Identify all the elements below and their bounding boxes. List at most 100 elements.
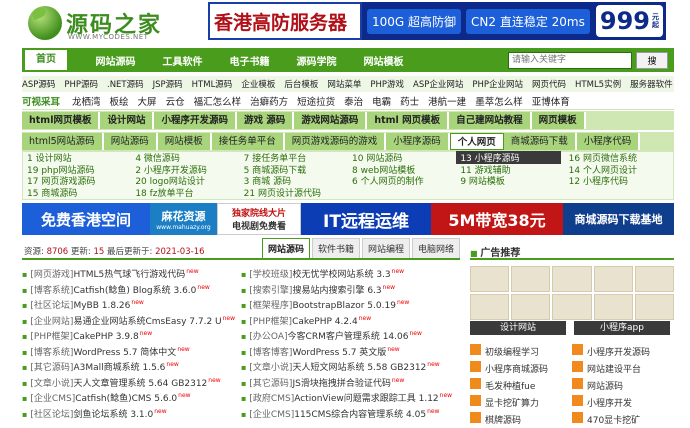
- item-title[interactable]: HTML5热气球飞行游戏代码: [73, 270, 185, 280]
- recommend-item[interactable]: 初级编程学习: [470, 344, 572, 360]
- hot-keyword[interactable]: 福汇怎么样: [194, 94, 242, 108]
- category-link[interactable]: PHP源码: [64, 78, 98, 90]
- item-title[interactable]: 天人短文网站系统 5.58 GB2312: [292, 363, 426, 373]
- list-item[interactable]: [其它源码]JS滑块拖拽拼合验证代码new: [241, 373, 460, 389]
- ad-mall-source[interactable]: 商城源码下载基地: [563, 203, 674, 235]
- list-item[interactable]: [PHP框架]CakePHP 3.9.8new: [22, 326, 241, 342]
- tag-link[interactable]: 小程序代码: [576, 133, 641, 150]
- recommend-item[interactable]: 网站建设平台: [572, 361, 674, 377]
- tag-link[interactable]: 自己建网站教程: [449, 112, 532, 129]
- list-item[interactable]: [文章小说]天人文章管理系统 5.64 GB2312new: [22, 373, 241, 389]
- ad-movies[interactable]: 独家院线大片 电视剧免费看: [217, 203, 301, 235]
- category-link[interactable]: 企业模板: [241, 78, 275, 90]
- thumb[interactable]: [593, 266, 633, 292]
- tag-link[interactable]: 个人网页: [449, 133, 504, 150]
- item-title[interactable]: ActionView问题需求跟踪工具 1.12: [294, 394, 438, 404]
- tag-link[interactable]: 网站源码: [103, 133, 158, 150]
- category-link[interactable]: PHP企业网站: [472, 78, 523, 90]
- item-title[interactable]: BootstrapBlazor 5.0.19: [292, 301, 395, 311]
- tag-link[interactable]: 小程序开发源码: [154, 112, 237, 129]
- list-item[interactable]: [文章小说]天人短文网站系统 5.58 GB2312new: [241, 357, 460, 373]
- ranking-item[interactable]: 18 fz放单平台: [131, 186, 239, 199]
- category-link[interactable]: 后台模板: [284, 78, 318, 90]
- tag-link[interactable]: 小程序源码: [386, 133, 450, 150]
- list-item[interactable]: [其它源码]A3Mall商城系统 1.5.6new: [22, 357, 241, 373]
- recommend-item[interactable]: 显卡挖矿算力: [470, 395, 572, 411]
- tag-link[interactable]: html 网页模板: [367, 112, 450, 129]
- recommend-item[interactable]: 毛发种植fue: [470, 378, 572, 394]
- item-title[interactable]: 校无忧学校网站系统 3.3: [292, 270, 390, 280]
- item-title[interactable]: A3Mall商城系统 1.5.6: [73, 363, 165, 373]
- recommend-item[interactable]: 小程序商城源码: [470, 361, 572, 377]
- hot-keyword[interactable]: 大屏: [138, 94, 157, 108]
- item-title[interactable]: MyBB 1.8.26: [73, 301, 130, 311]
- hot-keyword[interactable]: 龙栖湾: [72, 94, 101, 108]
- item-title[interactable]: 今客CRM客户管理系统 14.06: [288, 332, 409, 342]
- item-title[interactable]: 天人文章管理系统 5.64 GB2312: [73, 379, 207, 389]
- list-item[interactable]: [搜索引擎]搜易站内搜索引擎 6.3new: [241, 280, 460, 296]
- item-title[interactable]: WordPress 5.7 简体中文: [73, 348, 176, 358]
- search-button[interactable]: 搜: [636, 51, 668, 69]
- item-title[interactable]: Catfish(鲶鱼)CMS 5.6.0: [75, 394, 177, 404]
- item-title[interactable]: 115CMS综合内容管理系统 4.05: [294, 410, 426, 420]
- item-title[interactable]: Catfish(鲶鱼) Blog系统 3.6.0: [73, 286, 196, 296]
- hot-keyword[interactable]: 云仓: [166, 94, 185, 108]
- ad-it-ops[interactable]: IT远程运维: [301, 203, 431, 235]
- tab-site-source[interactable]: 网站源码: [261, 238, 310, 258]
- tag-link[interactable]: 商城源码下载: [503, 133, 577, 150]
- hot-keyword[interactable]: 泰治: [344, 94, 363, 108]
- tag-link[interactable]: 网页模板: [531, 112, 586, 129]
- nav-site-source[interactable]: 网站源码: [82, 53, 149, 68]
- item-title[interactable]: CakePHP 4.2.4: [292, 317, 358, 327]
- list-item[interactable]: [企业网站]易通企业网站系统CmsEasy 7.7.2 Unew: [22, 311, 241, 327]
- tab-software-books[interactable]: 软件书籍: [311, 238, 360, 258]
- list-item[interactable]: [博客系统]WordPress 5.7 简体中文new: [22, 342, 241, 358]
- tab-programming[interactable]: 网站编程: [361, 238, 410, 258]
- category-link[interactable]: 网站菜单: [327, 78, 361, 90]
- hot-keyword[interactable]: 短途拉货: [297, 94, 335, 108]
- list-item[interactable]: [学校班级]校无忧学校网站系统 3.3new: [241, 264, 460, 280]
- tab-pc-network[interactable]: 电脑网络: [411, 238, 460, 258]
- list-item[interactable]: [社区论坛]剑鱼论坛系统 3.1.0new: [22, 404, 241, 420]
- thumb[interactable]: [470, 294, 510, 320]
- tag-link[interactable]: html网页模板: [22, 112, 101, 129]
- tag-link[interactable]: 网页游戏源码的游戏: [284, 133, 387, 150]
- tag-link[interactable]: html5网站源码: [22, 133, 104, 150]
- list-item[interactable]: [政府CMS]ActionView问题需求跟踪工具 1.12new: [241, 388, 460, 404]
- thumb-label-design[interactable]: 设计网站: [470, 321, 566, 335]
- list-item[interactable]: [博客博客]WordPress 5.7 英文版new: [241, 342, 460, 358]
- tag-link[interactable]: 接任务单平台: [211, 133, 285, 150]
- thumb[interactable]: [552, 294, 592, 320]
- list-item[interactable]: [PHP框架]CakePHP 4.2.4new: [241, 311, 460, 327]
- category-link[interactable]: HTML源码: [192, 78, 233, 90]
- ad-bandwidth[interactable]: 5M带宽38元: [431, 203, 563, 235]
- nav-home[interactable]: 首页: [25, 50, 67, 70]
- category-link[interactable]: PHP游戏: [370, 78, 404, 90]
- thumb[interactable]: [634, 294, 674, 320]
- list-item[interactable]: [企业CMS]115CMS综合内容管理系统 4.05new: [241, 404, 460, 420]
- recommend-item[interactable]: 网站源码: [572, 378, 674, 394]
- ad-mahua[interactable]: 麻花资源 www.mahuazy.org: [150, 203, 217, 235]
- ranking-item[interactable]: 9 网站模板: [456, 174, 564, 187]
- list-item[interactable]: [办公OA]今客CRM客户管理系统 14.06new: [241, 326, 460, 342]
- nav-academy[interactable]: 源码学院: [283, 53, 350, 68]
- item-title[interactable]: 剑鱼论坛系统 3.1.0: [73, 410, 153, 420]
- item-title[interactable]: 搜易站内搜索引擎 6.3: [292, 286, 381, 296]
- recommend-item[interactable]: 小程序开发源码: [572, 344, 674, 360]
- site-logo[interactable]: 源码之家 WWW.MYCODES.NET: [22, 4, 172, 42]
- hot-keyword[interactable]: 电霸: [372, 94, 391, 108]
- category-link[interactable]: 网页代码: [532, 78, 566, 90]
- thumb[interactable]: [511, 266, 551, 292]
- ranking-item[interactable]: 3 商城 源码: [240, 174, 348, 187]
- category-link[interactable]: ASP源码: [22, 78, 55, 90]
- ad-free-hk-space[interactable]: 免费香港空间: [22, 203, 150, 235]
- thumb[interactable]: [634, 266, 674, 292]
- list-item[interactable]: [框架程序]BootstrapBlazor 5.0.19new: [241, 295, 460, 311]
- tag-link[interactable]: 网站模板: [157, 133, 212, 150]
- list-item[interactable]: [社区论坛]MyBB 1.8.26new: [22, 295, 241, 311]
- ranking-item[interactable]: 20 logo网站设计: [131, 174, 239, 187]
- thumb-label-miniapp[interactable]: 小程序app: [574, 321, 670, 335]
- category-link[interactable]: HTML5实例: [575, 78, 621, 90]
- nav-templates[interactable]: 网站模板: [350, 53, 417, 68]
- nav-ebooks[interactable]: 电子书籍: [216, 53, 283, 68]
